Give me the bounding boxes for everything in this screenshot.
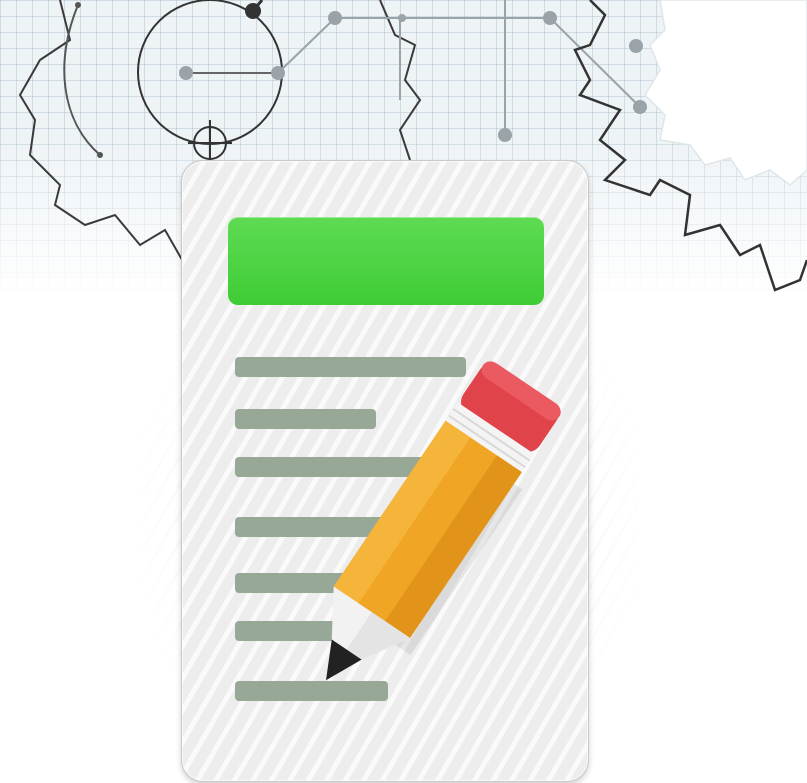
pencil-icon <box>325 361 561 681</box>
